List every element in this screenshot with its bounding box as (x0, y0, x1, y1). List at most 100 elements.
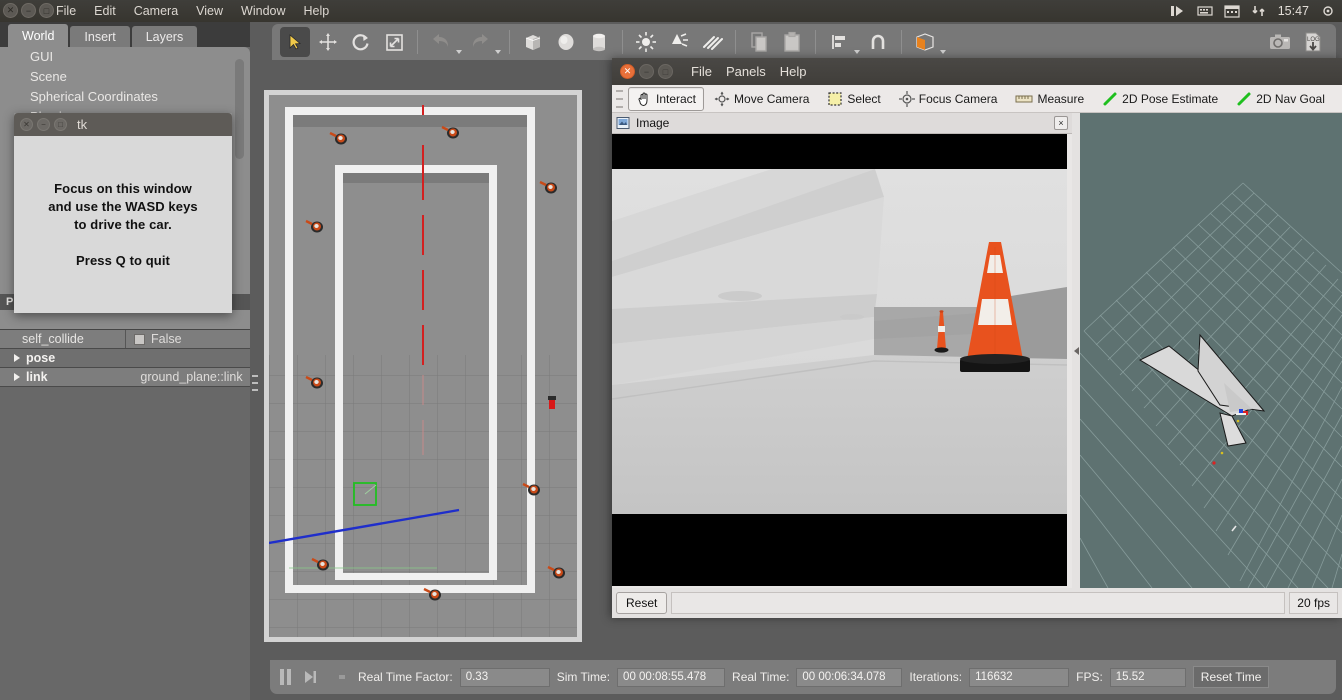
chevron-down-icon[interactable] (456, 50, 462, 54)
select-box-icon (828, 91, 842, 106)
keyboard-icon[interactable] (1197, 4, 1213, 18)
minimize-icon[interactable]: − (37, 118, 50, 131)
network-icon[interactable] (1251, 4, 1267, 18)
tree-scrollbar[interactable] (235, 59, 244, 159)
close-icon[interactable]: ✕ (620, 64, 635, 79)
directional-light-icon[interactable] (697, 27, 727, 57)
screenshot-icon[interactable] (1265, 27, 1295, 57)
fps-value: 15.52 (1109, 667, 1186, 687)
nav-goal-arrow-icon (1237, 92, 1251, 105)
menu-item-window[interactable]: Window (241, 4, 285, 18)
close-icon[interactable]: × (1054, 116, 1068, 130)
eject-icon[interactable] (1170, 4, 1186, 18)
table-row[interactable]: self_collide False (0, 330, 250, 349)
close-icon[interactable]: ✕ (3, 3, 18, 18)
chevron-right-icon[interactable] (14, 354, 20, 362)
view-mode-icon[interactable] (910, 27, 940, 57)
chevron-right-icon[interactable] (14, 373, 20, 381)
tk-dialog[interactable]: ✕ − □ tk Focus on this window and use th… (14, 113, 232, 313)
chevron-down-icon[interactable] (940, 50, 946, 54)
reset-button[interactable]: Reset (616, 592, 668, 614)
tool-label: Select (847, 91, 881, 106)
tab-insert[interactable]: Insert (70, 26, 130, 47)
window-controls[interactable]: ✕ − □ (3, 3, 54, 18)
insert-sphere-icon[interactable] (551, 27, 581, 57)
rviz-menu-panels[interactable]: Panels (726, 64, 766, 79)
pose-arrow-icon (1103, 92, 1117, 105)
maximize-icon[interactable]: □ (39, 3, 54, 18)
reset-time-button[interactable]: Reset Time (1192, 666, 1270, 688)
rviz-3d-viewport[interactable] (1080, 113, 1342, 588)
scale-mode-icon[interactable] (379, 27, 409, 57)
maximize-icon[interactable]: □ (54, 118, 67, 131)
chevron-left-icon[interactable] (1073, 346, 1079, 355)
tool-move-camera[interactable]: Move Camera (706, 87, 817, 111)
rviz-menu-help[interactable]: Help (780, 64, 807, 79)
rviz-panel-splitter[interactable] (1072, 113, 1080, 588)
spot-light-icon[interactable] (664, 27, 694, 57)
undo-icon[interactable] (426, 27, 456, 57)
pause-icon[interactable] (280, 669, 291, 685)
tree-item-gui[interactable]: GUI (0, 47, 250, 67)
menu-item-file[interactable]: File (56, 4, 76, 18)
tool-select[interactable]: Select (819, 87, 888, 111)
scene-render[interactable] (269, 95, 577, 637)
snap-icon[interactable] (863, 27, 893, 57)
tool-2d-nav-goal[interactable]: 2D Nav Goal (1228, 87, 1333, 111)
tab-layers[interactable]: Layers (131, 26, 198, 47)
close-icon[interactable]: ✕ (20, 118, 33, 131)
tool-interact[interactable]: Interact (628, 86, 705, 111)
rviz-status-text (671, 592, 1286, 614)
tool-2d-pose-estimate[interactable]: 2D Pose Estimate (1094, 87, 1226, 111)
insert-cylinder-icon[interactable] (584, 27, 614, 57)
rtf-label: Real Time Factor: (358, 670, 453, 684)
log-icon[interactable]: LOG (1298, 27, 1328, 57)
panel-resize-handle[interactable] (252, 375, 258, 391)
menu-item-help[interactable]: Help (304, 4, 330, 18)
point-light-icon[interactable] (631, 27, 661, 57)
calendar-icon[interactable] (1224, 4, 1240, 18)
select-mode-icon[interactable] (280, 27, 310, 57)
menu-item-camera[interactable]: Camera (134, 4, 178, 18)
tree-item-scene[interactable]: Scene (0, 67, 250, 87)
chevron-down-icon[interactable] (854, 50, 860, 54)
minimize-icon[interactable]: − (21, 3, 36, 18)
table-row[interactable]: pose (0, 349, 250, 368)
rotate-mode-icon[interactable] (346, 27, 376, 57)
align-icon[interactable] (824, 27, 854, 57)
minimize-icon[interactable]: − (639, 64, 654, 79)
ruler-icon (1015, 95, 1033, 102)
gazebo-global-menu[interactable]: File Edit Camera View Window Help (56, 0, 329, 22)
rviz-tool-bar[interactable]: Interact Move Camera Select Focus Camera… (612, 85, 1342, 113)
image-panel-header[interactable]: Image × (612, 113, 1072, 134)
menu-item-edit[interactable]: Edit (94, 4, 116, 18)
camera-image-canvas[interactable] (612, 134, 1067, 586)
menu-item-view[interactable]: View (196, 4, 223, 18)
translate-mode-icon[interactable] (313, 27, 343, 57)
chevron-down-icon[interactable] (495, 50, 501, 54)
rviz-title-bar[interactable]: ✕ − □ File Panels Help (612, 58, 1342, 85)
tool-focus-camera[interactable]: Focus Camera (891, 87, 1006, 111)
paste-icon[interactable] (777, 27, 807, 57)
rviz-menu-file[interactable]: File (691, 64, 712, 79)
property-value[interactable]: False (125, 330, 250, 348)
checkbox-icon[interactable] (134, 333, 145, 345)
clock[interactable]: 15:47 (1278, 4, 1309, 18)
toolbar-drag-handle[interactable] (616, 89, 623, 108)
system-tray[interactable]: 15:47 (1170, 0, 1336, 22)
tool-measure[interactable]: Measure (1007, 87, 1092, 111)
step-icon[interactable] (302, 669, 318, 685)
tool-label: 2D Nav Goal (1256, 91, 1325, 106)
copy-icon[interactable] (744, 27, 774, 57)
tree-item-spherical-coordinates[interactable]: Spherical Coordinates (0, 87, 250, 107)
table-row[interactable]: link ground_plane::link (0, 368, 250, 387)
rviz-menu-bar[interactable]: File Panels Help (691, 64, 806, 79)
tab-world[interactable]: World (8, 24, 69, 47)
redo-icon[interactable] (465, 27, 495, 57)
gear-icon[interactable] (1320, 4, 1336, 18)
tk-title-bar[interactable]: ✕ − □ tk (14, 113, 232, 136)
rviz-fps-label: 20 fps (1289, 592, 1338, 614)
gazebo-tab-bar[interactable]: World Insert Layers (0, 22, 250, 47)
insert-box-icon[interactable] (518, 27, 548, 57)
maximize-icon[interactable]: □ (658, 64, 673, 79)
